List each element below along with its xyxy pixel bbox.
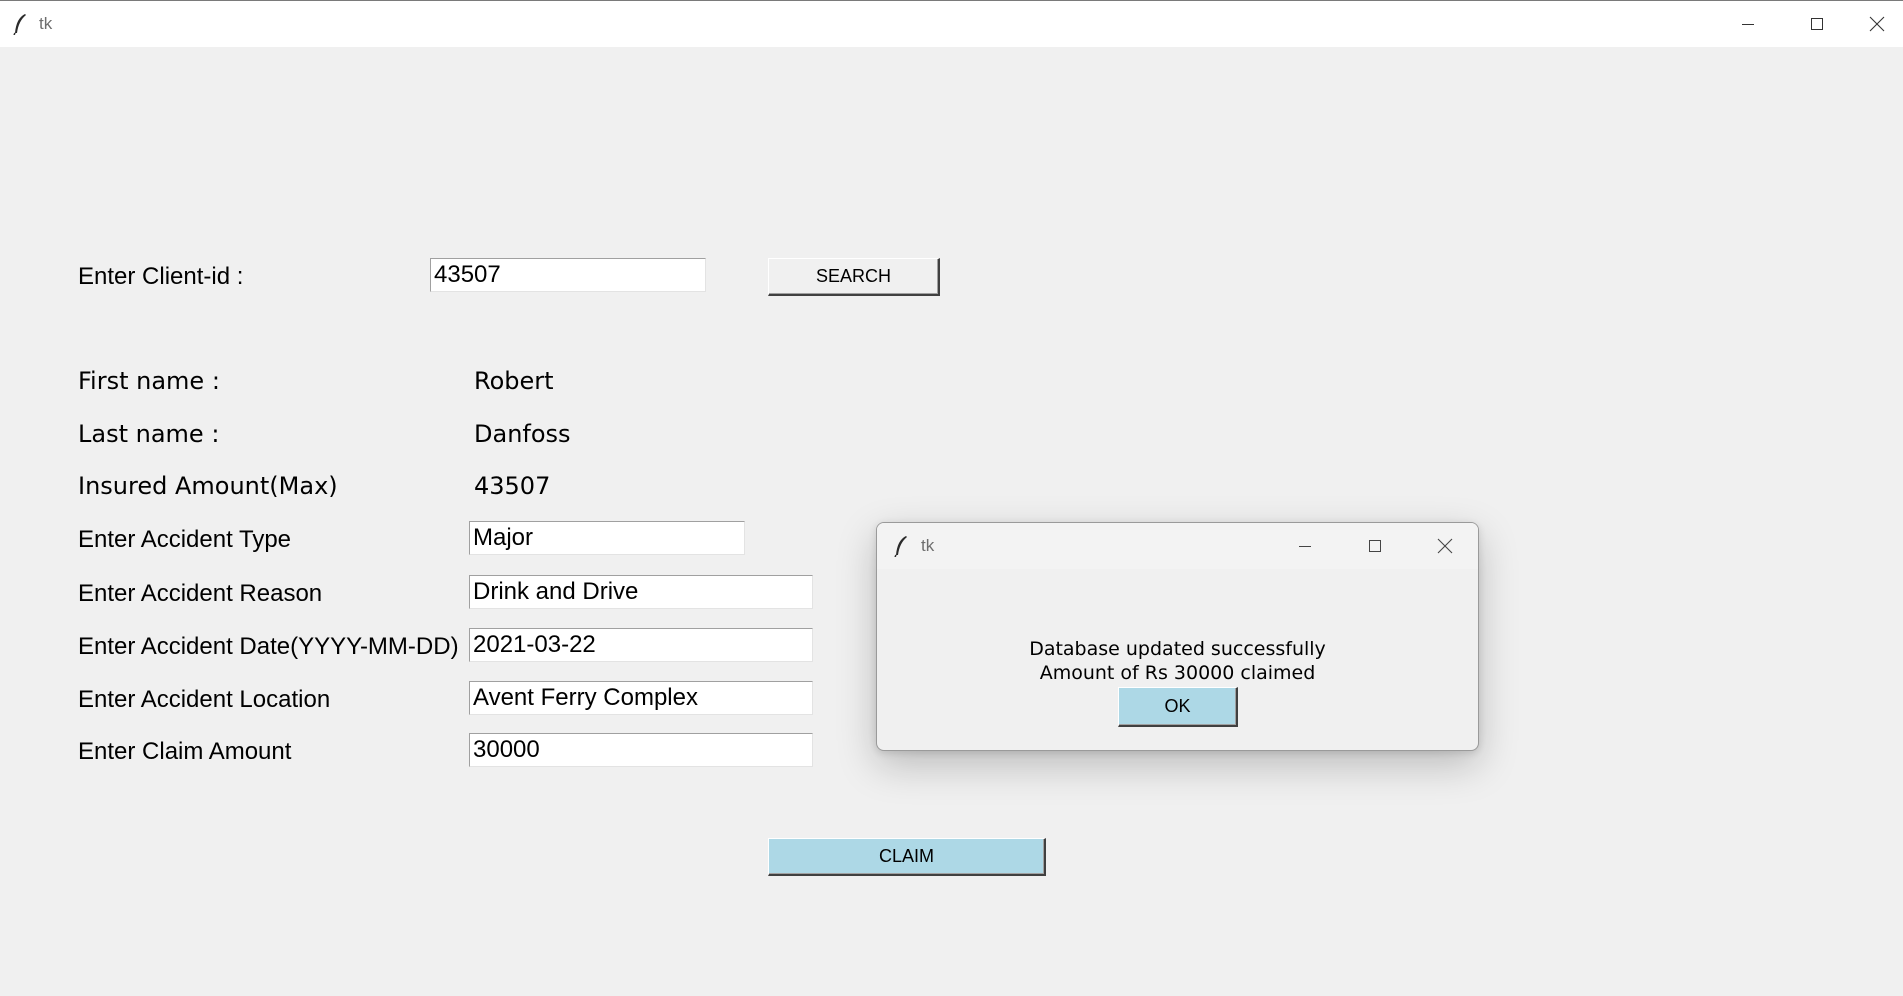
window-title: tk: [39, 14, 53, 33]
search-button[interactable]: SEARCH: [768, 258, 940, 296]
dialog-title-bar: tk: [877, 523, 1478, 569]
accident-type-label: Enter Accident Type: [78, 526, 292, 553]
insured-amount-label: Insured Amount(Max): [78, 472, 338, 500]
dialog-message-line1: Database updated successfully: [1029, 638, 1326, 660]
dialog-close-button[interactable]: [1410, 523, 1478, 569]
accident-type-input[interactable]: Major: [469, 521, 745, 555]
ok-button[interactable]: OK: [1118, 687, 1238, 727]
last-name-value: Danfoss: [474, 420, 571, 448]
close-button[interactable]: [1850, 1, 1903, 47]
claim-amount-input[interactable]: 30000: [469, 733, 813, 767]
maximize-button[interactable]: [1783, 1, 1851, 47]
dialog-maximize-button[interactable]: [1340, 523, 1410, 569]
accident-reason-label: Enter Accident Reason: [78, 580, 323, 607]
minimize-icon: [1742, 24, 1754, 25]
maximize-icon: [1811, 18, 1823, 30]
maximize-icon: [1369, 540, 1381, 552]
dialog-title: tk: [921, 536, 935, 555]
title-bar: tk: [0, 1, 1903, 47]
last-name-label: Last name :: [78, 420, 220, 448]
minimize-icon: [1299, 546, 1311, 547]
feather-icon: [894, 536, 907, 557]
dialog-minimize-button[interactable]: [1270, 523, 1340, 569]
insured-amount-value: 43507: [474, 472, 551, 500]
claim-amount-label: Enter Claim Amount: [78, 738, 292, 765]
client-id-input[interactable]: 43507: [430, 258, 706, 292]
accident-reason-input[interactable]: Drink and Drive: [469, 575, 813, 609]
close-icon: [1869, 16, 1884, 32]
minimize-button[interactable]: [1714, 1, 1782, 47]
close-icon: [1437, 538, 1453, 554]
accident-date-input[interactable]: 2021-03-22: [469, 628, 813, 662]
dialog-message-line2: Amount of Rs 30000 claimed: [1039, 662, 1316, 684]
accident-location-label: Enter Accident Location: [78, 686, 331, 713]
feather-icon: [13, 14, 26, 35]
claim-button[interactable]: CLAIM: [768, 838, 1046, 876]
first-name-label: First name :: [78, 367, 220, 395]
main-window: tk Enter Client-id : 43507 SEARCH First …: [0, 0, 1903, 996]
accident-location-input[interactable]: Avent Ferry Complex: [469, 681, 813, 715]
message-dialog: tk Database updated successfully Amount …: [876, 522, 1479, 751]
client-id-label: Enter Client-id :: [78, 263, 244, 290]
accident-date-label: Enter Accident Date(YYYY-MM-DD): [78, 633, 459, 660]
first-name-value: Robert: [474, 367, 554, 395]
